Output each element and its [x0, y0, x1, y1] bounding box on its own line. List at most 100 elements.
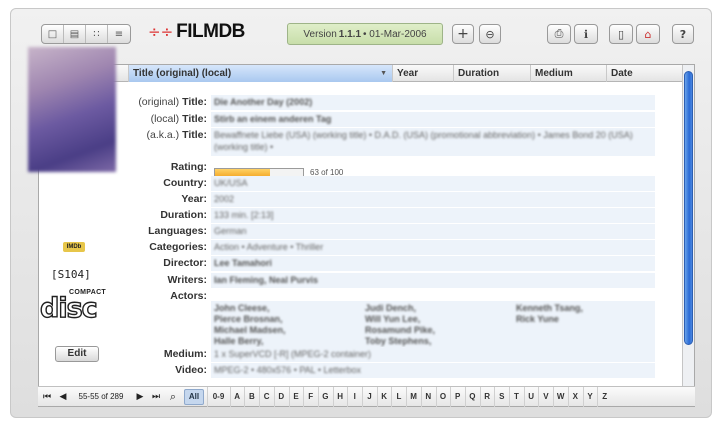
letter-filter-y[interactable]: Y — [582, 387, 597, 407]
actor-name: Rosamund Pike, — [365, 325, 436, 335]
actor-name: Rick Yune — [516, 314, 559, 324]
value-director: Lee Tamahori — [211, 256, 655, 271]
logo-mark-icon: ÷÷ — [148, 23, 174, 41]
app-window: □ ▤ ∷ ≡ ÷÷ FILMDB Version 1.1.1 • 01-Mar… — [10, 8, 712, 418]
label-duration: Duration: — [160, 209, 207, 221]
value-actors: John Cleese, Pierce Brosnan, Michael Mad… — [211, 301, 655, 353]
letter-filter-f[interactable]: F — [303, 387, 317, 407]
letter-filter-k[interactable]: K — [376, 387, 391, 407]
value-country: UK/USA — [211, 176, 655, 191]
column-header-title-label: Title (original) (local) — [133, 68, 232, 79]
help-button[interactable]: ? — [672, 24, 694, 44]
sort-arrow-icon: ▼ — [380, 70, 387, 77]
column-header-row: ? ! ID Title (original) (local) ▼ Year D… — [39, 65, 684, 82]
letter-filter-e[interactable]: E — [288, 387, 303, 407]
search-icon[interactable]: ⌕ — [166, 387, 180, 407]
remove-button[interactable]: ⊖ — [479, 24, 501, 44]
actor-name: Michael Madsen, — [214, 325, 286, 335]
letter-filter-l[interactable]: L — [391, 387, 405, 407]
label-title-original: (original) Title: — [138, 96, 207, 108]
edit-button[interactable]: Edit — [55, 346, 99, 362]
letter-filter-n[interactable]: N — [420, 387, 435, 407]
value-year: 2002 — [211, 192, 655, 207]
label-title-local: (local) Title: — [150, 113, 207, 125]
movie-code: [S104] — [51, 268, 91, 281]
label-country: Country: — [163, 177, 207, 189]
app-logo: ÷÷ FILMDB — [148, 21, 245, 43]
next-record-icon[interactable]: ▶ — [133, 387, 147, 407]
disc-logo-text: disc — [39, 293, 98, 324]
label-title-aka: (a.k.a.) Title: — [146, 129, 207, 141]
view-grid-icon[interactable]: ∷ — [86, 25, 108, 43]
first-record-icon[interactable]: ⏮ — [40, 387, 54, 407]
version-number: 1.1.1 — [338, 28, 362, 40]
value-video: MPEG-2 • 480x576 • PAL • Letterbox — [211, 363, 655, 378]
label-writers: Writers: — [167, 274, 207, 286]
letter-filter-v[interactable]: V — [538, 387, 552, 407]
letter-filter-z[interactable]: Z — [597, 387, 611, 407]
view-detail-icon[interactable]: ≡ — [108, 25, 130, 43]
actor-name: Pierce Brosnan, — [214, 314, 283, 324]
letter-filter-o[interactable]: O — [435, 387, 450, 407]
letter-filter-i[interactable]: I — [347, 387, 361, 407]
letter-filter-q[interactable]: Q — [464, 387, 479, 407]
view-list-icon[interactable]: ▤ — [64, 25, 86, 43]
app-name: FILMDB — [176, 21, 245, 42]
letter-filter-a[interactable]: A — [229, 387, 244, 407]
letter-filter-b[interactable]: B — [244, 387, 258, 407]
letter-filter-s[interactable]: S — [494, 387, 508, 407]
print-icon[interactable]: ⎙ — [547, 24, 571, 44]
letter-filter-c[interactable]: C — [259, 387, 273, 407]
letter-filter-g[interactable]: G — [317, 387, 332, 407]
column-header-duration[interactable]: Duration — [454, 65, 531, 82]
label-director: Director: — [163, 257, 207, 269]
value-duration: 133 min. [2:13] — [211, 208, 655, 223]
label-year: Year: — [181, 193, 207, 205]
view-single-icon[interactable]: □ — [42, 25, 64, 43]
view-mode-group: □ ▤ ∷ ≡ — [41, 24, 131, 44]
record-position: 55-55 of 289 — [78, 392, 124, 401]
lock-icon[interactable]: ⌂ — [636, 24, 660, 44]
column-header-medium[interactable]: Medium — [531, 65, 607, 82]
label-rating: Rating: — [170, 161, 207, 173]
scrollbar-thumb[interactable] — [684, 71, 693, 345]
label-categories: Categories: — [149, 241, 207, 253]
previous-record-icon[interactable]: ◀ — [56, 387, 70, 407]
record-navigation-bar: ⏮ ◀ 55-55 of 289 ▶ ⏭ ⌕ All 0-9 A B C D E F G H I J… — [38, 386, 695, 407]
imdb-badge[interactable]: IMDb — [63, 242, 85, 252]
letter-filter-j[interactable]: J — [362, 387, 376, 407]
version-badge: Version 1.1.1 • 01-Mar-2006 — [287, 23, 443, 45]
letter-filter-u[interactable]: U — [523, 387, 538, 407]
filter-all-button[interactable]: All — [184, 389, 204, 405]
actor-name: John Cleese, — [214, 303, 270, 313]
column-header-year[interactable]: Year — [393, 65, 454, 82]
value-title-aka: Bewaffnete Liebe (USA) (working title) •… — [211, 128, 655, 156]
letter-filter-d[interactable]: D — [273, 387, 288, 407]
value-medium: 1 x SuperVCD [-R] (MPEG-2 container) — [211, 347, 655, 362]
value-languages: German — [211, 224, 655, 239]
add-button[interactable]: + — [452, 24, 474, 44]
letter-filter-0-9[interactable]: 0-9 — [207, 387, 229, 407]
label-actors: Actors: — [170, 290, 207, 302]
actor-name: Judi Dench, — [365, 303, 417, 313]
letter-filter-h[interactable]: H — [332, 387, 347, 407]
device-icon[interactable]: ▯ — [609, 24, 633, 44]
letter-filter-r[interactable]: R — [479, 387, 494, 407]
value-title-local: Stirb an einem anderen Tag — [211, 112, 655, 127]
letter-filter-t[interactable]: T — [509, 387, 523, 407]
compact-disc-logo: COMPACT disc — [39, 289, 110, 327]
letter-filter-m[interactable]: M — [406, 387, 420, 407]
column-header-date[interactable]: Date — [607, 65, 684, 82]
letter-filter-w[interactable]: W — [553, 387, 567, 407]
vertical-scrollbar[interactable]: ▲ ▼ — [682, 65, 694, 406]
last-record-icon[interactable]: ⏭ — [149, 387, 163, 407]
letter-filter-p[interactable]: P — [450, 387, 464, 407]
column-header-title[interactable]: Title (original) (local) ▼ — [129, 65, 393, 82]
info-icon[interactable]: ℹ — [574, 24, 598, 44]
letter-filter-x[interactable]: X — [567, 387, 582, 407]
value-writers: Ian Fleming, Neal Purvis — [211, 273, 655, 288]
label-video: Video: — [175, 364, 207, 376]
value-title-original: Die Another Day (2002) — [211, 95, 655, 110]
cover-image — [28, 47, 116, 172]
version-prefix: Version — [303, 28, 337, 40]
